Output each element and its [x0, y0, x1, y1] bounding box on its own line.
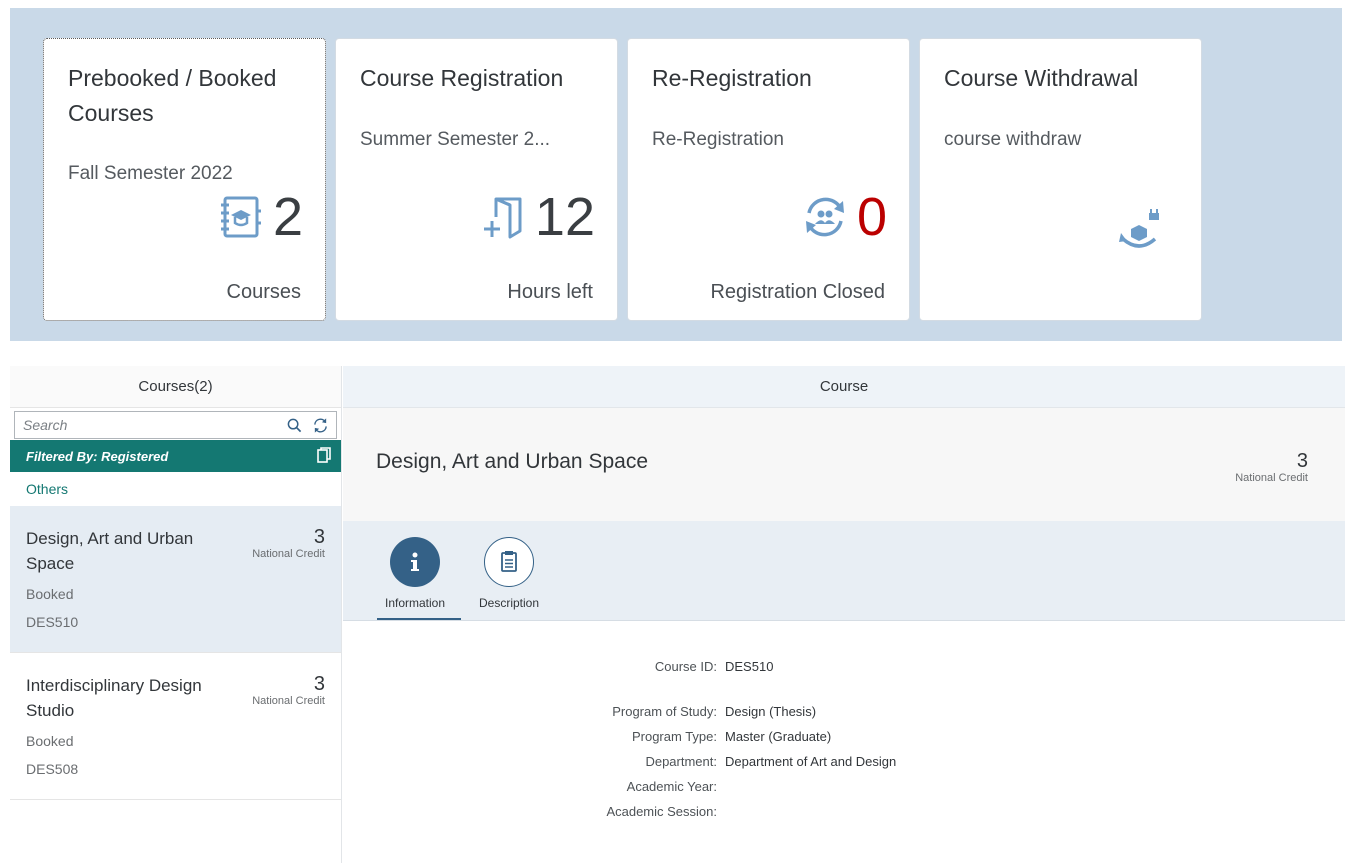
- re-registration-icon: [801, 193, 849, 241]
- search-icon[interactable]: [284, 415, 304, 435]
- field-label: Academic Session:: [606, 804, 717, 819]
- master-list-title: Courses(2): [10, 366, 341, 408]
- list-item-status: Booked: [26, 586, 74, 602]
- field-label: Course ID:: [654, 659, 717, 674]
- tile-subtitle: Summer Semester 2...: [360, 129, 551, 150]
- search-input[interactable]: [23, 417, 278, 433]
- tile-title: Course Withdrawal: [944, 65, 1139, 91]
- field-label: Academic Year:: [626, 779, 717, 794]
- search-field: [14, 411, 337, 439]
- list-item-credit-value: 3: [313, 526, 325, 548]
- field-value: Department of Art and Design: [725, 754, 897, 769]
- tile-footer: Courses: [226, 281, 301, 303]
- object-credit-unit: National Credit: [1235, 472, 1308, 484]
- tile-subtitle: course withdraw: [944, 129, 1082, 150]
- list-item-status: Booked: [26, 733, 74, 749]
- tile-kpi: 0: [801, 187, 887, 247]
- tile-re-registration[interactable]: Re-Registration Re-Registration 0 Regist…: [627, 38, 910, 321]
- app-root: Prebooked / Booked Courses Fall Semester…: [0, 0, 1345, 863]
- others-link[interactable]: Others: [10, 472, 341, 506]
- field-label: Program Type:: [631, 729, 717, 744]
- copy-icon[interactable]: [317, 446, 331, 466]
- selected-tab-indicator: [377, 618, 461, 620]
- object-credit-value: 3: [1296, 450, 1308, 472]
- tile-subtitle: Fall Semester 2022: [68, 163, 233, 184]
- icon-tab-bar: Information Description: [343, 521, 1345, 621]
- add-document-icon: [479, 193, 527, 241]
- field-label: Program of Study:: [612, 704, 717, 719]
- list-item-title: Interdisciplinary Design Studio: [26, 676, 202, 720]
- field-label: Department:: [645, 754, 717, 769]
- list-item-code: DES508: [26, 761, 79, 777]
- tab-description[interactable]: Description: [479, 537, 539, 610]
- field-value: Design (Thesis): [725, 704, 817, 719]
- document-text-icon: [484, 537, 535, 587]
- refresh-icon[interactable]: [310, 415, 330, 435]
- detail-panel: Course Design, Art and Urban Space 3 Nat…: [343, 366, 1345, 863]
- object-number: 3 National Credit: [1235, 450, 1308, 484]
- tile-number: 0: [856, 187, 887, 247]
- list-item[interactable]: Design, Art and Urban Space 3 National C…: [10, 506, 341, 653]
- tile-kpi: 12: [479, 187, 595, 247]
- tile-title: Prebooked / Booked Courses: [68, 65, 277, 126]
- tile-footer: Hours left: [507, 281, 593, 303]
- tile-container: Prebooked / Booked Courses Fall Semester…: [10, 8, 1342, 341]
- detail-title: Course: [343, 366, 1345, 408]
- list-item-title: Design, Art and Urban Space: [26, 529, 194, 573]
- list-item-credit-value: 3: [313, 673, 325, 695]
- tile-booked-courses[interactable]: Prebooked / Booked Courses Fall Semester…: [43, 38, 326, 321]
- tile-kpi: 2: [217, 187, 303, 247]
- object-title: Design, Art and Urban Space: [376, 450, 648, 473]
- tile-title: Course Registration: [360, 65, 564, 91]
- list-item-number: 3 National Credit: [252, 673, 325, 707]
- tile-number: 2: [272, 187, 303, 247]
- list-item-credit-unit: National Credit: [252, 695, 325, 707]
- list-item-number: 3 National Credit: [252, 526, 325, 560]
- master-list-panel: Courses(2) Filtered By: Registered Other…: [10, 366, 342, 863]
- course-book-icon: [217, 193, 265, 241]
- object-header: Design, Art and Urban Space 3 National C…: [343, 408, 1345, 521]
- withdraw-icon: [1117, 205, 1165, 258]
- tile-subtitle: Re-Registration: [652, 129, 784, 150]
- tile-course-registration[interactable]: Course Registration Summer Semester 2...…: [335, 38, 618, 321]
- tile-title: Re-Registration: [652, 65, 812, 91]
- tile-footer: Registration Closed: [710, 281, 885, 303]
- list-item-credit-unit: National Credit: [252, 548, 325, 560]
- list-item[interactable]: Interdisciplinary Design Studio 3 Nation…: [10, 653, 341, 800]
- field-value: Master (Graduate): [725, 729, 832, 744]
- filter-info-bar[interactable]: Filtered By: Registered: [10, 440, 341, 472]
- tab-label: Description: [479, 596, 540, 610]
- filter-label: Filtered By: Registered: [26, 448, 169, 464]
- field-value: DES510: [725, 659, 774, 674]
- tile-course-withdrawal[interactable]: Course Withdrawal course withdraw: [919, 38, 1202, 321]
- tile-number: 12: [534, 187, 595, 247]
- list-item-code: DES510: [26, 614, 79, 630]
- tab-information[interactable]: Information: [385, 537, 445, 610]
- info-icon: [390, 537, 441, 587]
- tab-label: Information: [385, 596, 446, 610]
